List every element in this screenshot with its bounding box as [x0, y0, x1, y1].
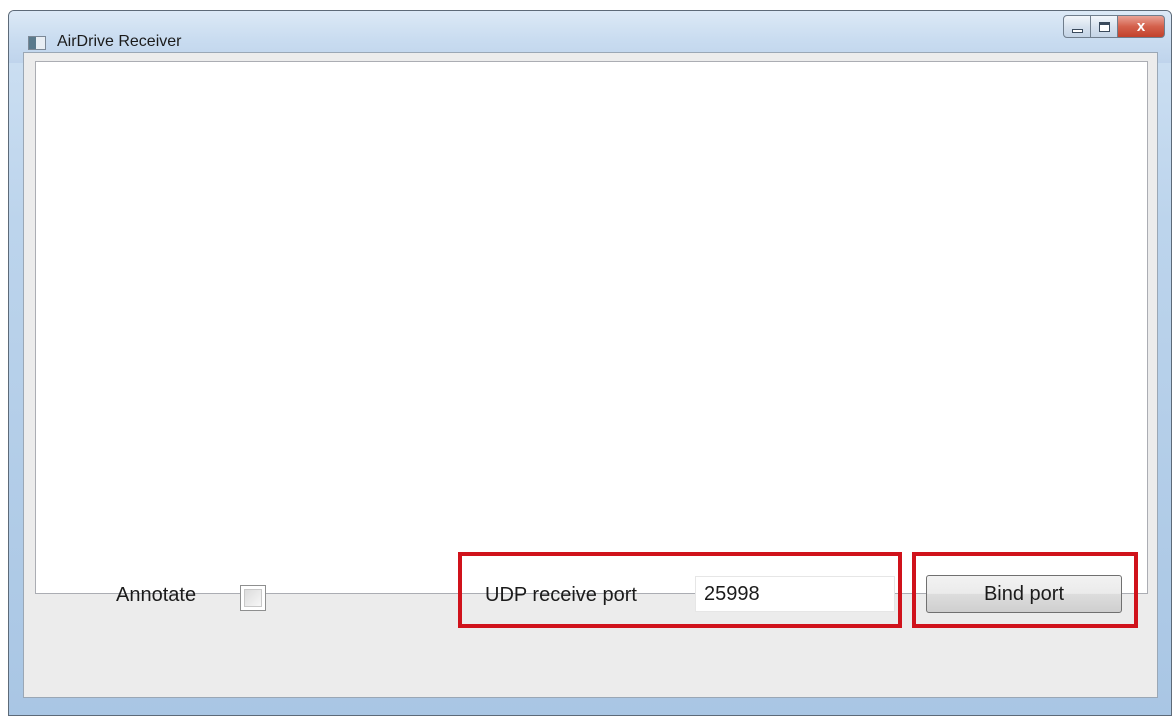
annotate-checkbox[interactable]: [240, 585, 266, 611]
window-title: AirDrive Receiver: [57, 33, 182, 50]
image-display-area[interactable]: [35, 61, 1148, 594]
udp-port-label: UDP receive port: [485, 584, 637, 606]
window-controls: x: [1063, 15, 1165, 39]
maximize-button[interactable]: [1091, 15, 1118, 38]
annotate-label: Annotate: [116, 584, 197, 606]
app-window-icon[interactable]: [28, 36, 46, 50]
close-icon: x: [1136, 18, 1146, 35]
minimize-button[interactable]: [1063, 15, 1091, 38]
bind-port-button[interactable]: Bind port: [926, 575, 1122, 613]
maximize-icon: [1098, 21, 1110, 32]
minimize-icon: [1071, 28, 1083, 33]
close-button[interactable]: x: [1118, 15, 1165, 38]
udp-port-input[interactable]: [695, 576, 895, 612]
